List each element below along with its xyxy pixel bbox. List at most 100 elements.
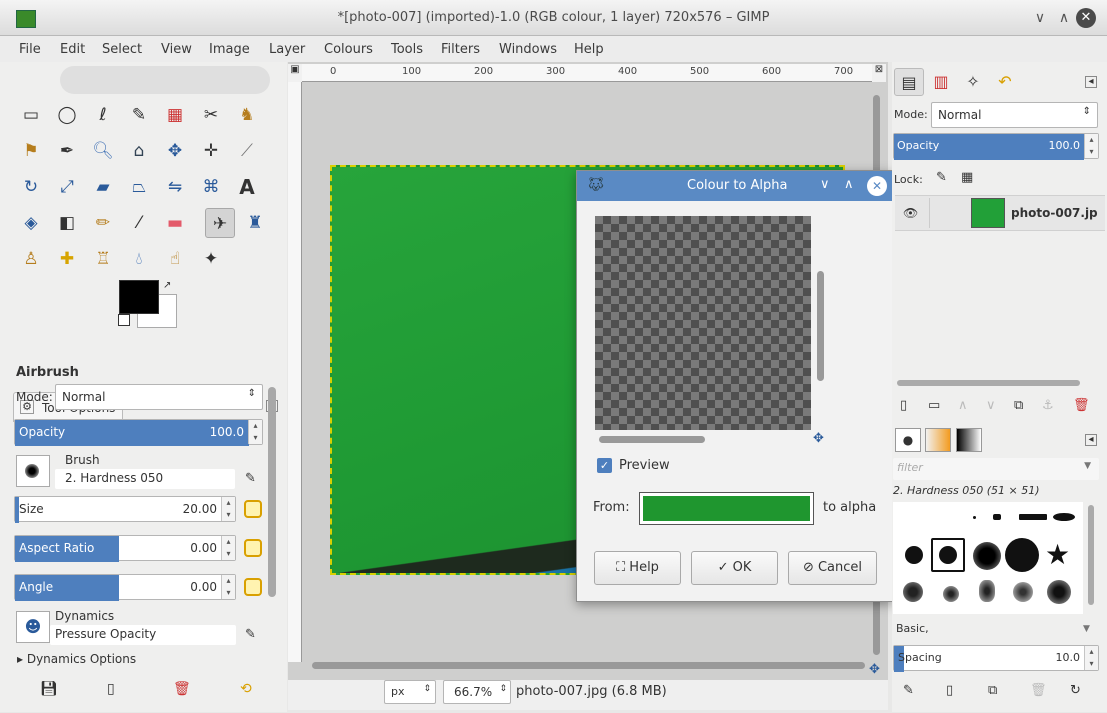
- ok-button[interactable]: ✓ OK: [691, 551, 778, 585]
- reset-size-icon[interactable]: [244, 500, 262, 518]
- default-colors-icon[interactable]: [118, 314, 130, 326]
- paths-icon[interactable]: ⚑: [16, 136, 46, 166]
- layer-visibility-icon[interactable]: 👁︎: [903, 206, 918, 220]
- tab-layers-icon[interactable]: ▤: [894, 68, 924, 96]
- preview-checkbox[interactable]: ✓: [597, 458, 612, 473]
- preview-navigate-icon[interactable]: ✥: [813, 431, 824, 446]
- aspect-spin[interactable]: ▴ ▾: [221, 536, 235, 560]
- dock-configure-icon[interactable]: ◂: [1085, 76, 1097, 88]
- duplicate-layer-icon[interactable]: ⧉: [1014, 398, 1023, 413]
- reset-angle-icon[interactable]: [244, 578, 262, 596]
- fuzzy-select-icon[interactable]: ✎: [124, 100, 154, 130]
- angle-slider[interactable]: Angle 0.00 ▴ ▾: [14, 574, 236, 601]
- perspective-clone-icon[interactable]: ♖: [88, 244, 118, 274]
- clone-icon[interactable]: ♙: [16, 244, 46, 274]
- blur-icon[interactable]: 💧︎: [124, 244, 154, 274]
- measure-icon[interactable]: ⌂: [124, 136, 154, 166]
- menu-image[interactable]: Image: [209, 42, 250, 57]
- tab-brushes-icon[interactable]: ●: [895, 428, 921, 452]
- brush-preview[interactable]: [16, 455, 50, 487]
- lock-pixels-icon[interactable]: ✎: [936, 170, 947, 185]
- bucket-fill-icon[interactable]: ◈: [16, 208, 46, 238]
- opacity-spin[interactable]: ▴ ▾: [248, 420, 262, 444]
- maximize-icon[interactable]: ∧: [1054, 8, 1074, 28]
- menu-edit[interactable]: Edit: [60, 42, 85, 57]
- flip-icon[interactable]: ⇋: [160, 172, 190, 202]
- delete-layer-icon[interactable]: 🗑︎: [1073, 398, 1090, 413]
- scissors-icon[interactable]: ✂: [196, 100, 226, 130]
- reset-aspect-icon[interactable]: [244, 539, 262, 557]
- eraser-icon[interactable]: ▬: [160, 208, 190, 238]
- rotate-icon[interactable]: ↻: [16, 172, 46, 202]
- text-tool-icon[interactable]: A: [232, 172, 262, 202]
- dodge-burn-icon[interactable]: ✦: [196, 244, 226, 274]
- delete-brush-icon[interactable]: 🗑︎: [1030, 683, 1047, 698]
- ink-icon[interactable]: ♜: [240, 208, 270, 238]
- dialog-maximize-icon[interactable]: ∧: [844, 177, 854, 192]
- layer-row[interactable]: 👁︎ photo-007.jp: [895, 195, 1105, 231]
- cancel-button[interactable]: ⊘ Cancel: [788, 551, 877, 585]
- layers-opacity-spin[interactable]: ▴ ▾: [1084, 134, 1098, 158]
- tool-options-scrollbar[interactable]: [268, 387, 276, 597]
- delete-options-icon[interactable]: 🗑︎: [173, 681, 191, 697]
- preview-hscroll[interactable]: [599, 436, 705, 443]
- preview-vscroll[interactable]: [817, 271, 824, 381]
- reset-options-icon[interactable]: ⟲: [240, 681, 252, 697]
- move-icon[interactable]: ✥: [160, 136, 190, 166]
- menu-view[interactable]: View: [161, 42, 192, 57]
- heal-icon[interactable]: ✚: [52, 244, 82, 274]
- raise-layer-icon[interactable]: ∧: [958, 398, 968, 413]
- menu-windows[interactable]: Windows: [499, 42, 557, 57]
- cage-transform-icon[interactable]: ⌘: [196, 172, 226, 202]
- menu-select[interactable]: Select: [102, 42, 142, 57]
- align-icon[interactable]: ✛: [196, 136, 226, 166]
- tab-patterns-icon[interactable]: [925, 428, 951, 452]
- duplicate-brush-icon[interactable]: ⧉: [988, 683, 997, 698]
- airbrush-icon[interactable]: ✈: [205, 208, 235, 238]
- tab-channels-icon[interactable]: ▥: [926, 68, 956, 96]
- scale-icon[interactable]: ⤢: [52, 172, 82, 202]
- brush-grid-scrollbar[interactable]: [1088, 505, 1094, 605]
- dialog-minimize-icon[interactable]: ∨: [820, 177, 830, 192]
- menu-filters[interactable]: Filters: [441, 42, 480, 57]
- tab-gradients-icon[interactable]: [956, 428, 982, 452]
- lock-alpha-icon[interactable]: ▦: [961, 170, 973, 185]
- layers-opacity-slider[interactable]: Opacity 100.0 ▴ ▾: [893, 133, 1099, 160]
- dialog-titlebar[interactable]: 🐺︎ Colour to Alpha ∨ ∧ ✕: [577, 171, 892, 201]
- edit-brush-dock-icon[interactable]: ✎: [903, 683, 914, 698]
- foreground-color-swatch[interactable]: [119, 280, 159, 314]
- pencil-icon[interactable]: ✏: [88, 208, 118, 238]
- perspective-icon[interactable]: ⏢: [124, 172, 154, 202]
- swap-colors-icon[interactable]: ↗: [163, 280, 171, 291]
- shear-icon[interactable]: ▰: [88, 172, 118, 202]
- foreground-select-icon[interactable]: ♞: [232, 100, 262, 130]
- dialog-close-icon[interactable]: ✕: [867, 176, 887, 196]
- quick-mask-icon[interactable]: ▣: [288, 64, 302, 82]
- close-icon[interactable]: ✕: [1076, 8, 1096, 28]
- new-layer-group-icon[interactable]: ▭: [928, 398, 940, 413]
- refresh-brushes-icon[interactable]: ↻: [1070, 683, 1081, 698]
- preset-dropdown-icon[interactable]: ▼: [1083, 624, 1090, 634]
- zoom-fit-icon[interactable]: ⊠: [872, 64, 886, 82]
- lower-layer-icon[interactable]: ∨: [986, 398, 996, 413]
- select-by-color-icon[interactable]: ▦: [160, 100, 190, 130]
- mode-select[interactable]: Normal ⇕: [55, 384, 263, 410]
- new-layer-icon[interactable]: ▯: [900, 398, 907, 413]
- color-picker-icon[interactable]: ✒: [52, 136, 82, 166]
- minimize-icon[interactable]: ∨: [1030, 8, 1050, 28]
- ellipse-select-icon[interactable]: ◯: [52, 100, 82, 130]
- help-button[interactable]: ⛶ Help: [594, 551, 681, 585]
- angle-spin[interactable]: ▴ ▾: [221, 575, 235, 599]
- tab-paths-icon[interactable]: ✧: [958, 68, 988, 96]
- spacing-slider[interactable]: Spacing 10.0 ▴ ▾: [893, 645, 1099, 672]
- layers-mode-select[interactable]: Normal ⇕: [931, 102, 1098, 128]
- dynamics-preview-icon[interactable]: ☻: [16, 611, 50, 643]
- restore-options-icon[interactable]: ▯: [107, 681, 115, 697]
- blend-icon[interactable]: ◧: [52, 208, 82, 238]
- edit-brush-icon[interactable]: ✎: [245, 471, 256, 486]
- from-color-button[interactable]: [639, 492, 814, 525]
- zoom-icon[interactable]: 🔍︎: [88, 136, 118, 166]
- menu-layer[interactable]: Layer: [269, 42, 305, 57]
- aspect-ratio-slider[interactable]: Aspect Ratio 0.00 ▴ ▾: [14, 535, 236, 562]
- anchor-layer-icon[interactable]: ⚓: [1042, 398, 1054, 413]
